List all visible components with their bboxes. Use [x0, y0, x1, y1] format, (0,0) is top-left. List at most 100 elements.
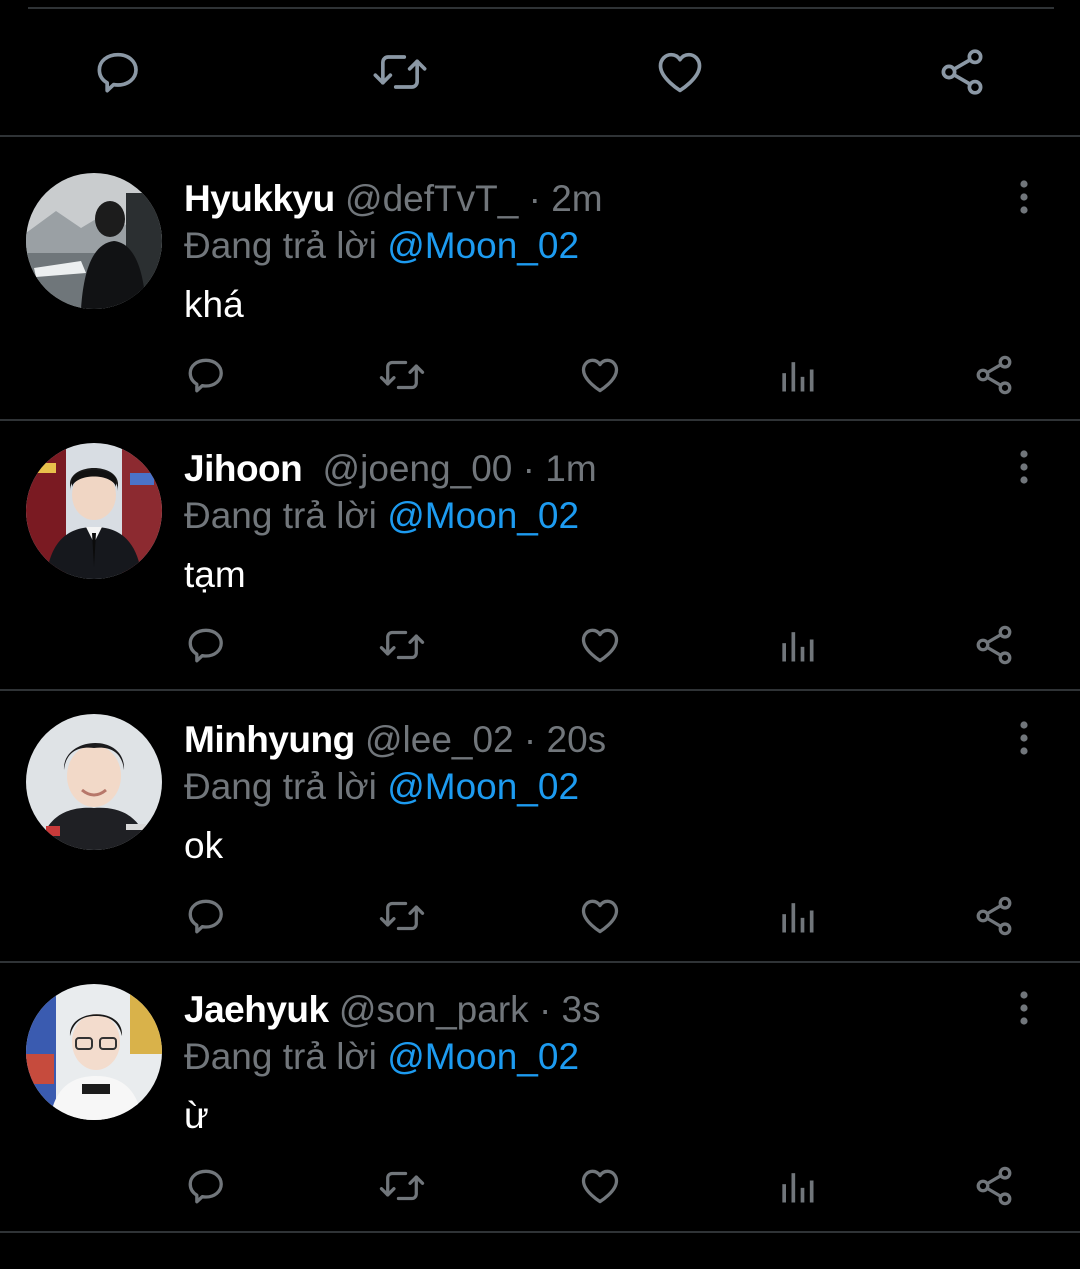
more-options-button[interactable]: [1004, 984, 1044, 1032]
share-icon: [976, 625, 1012, 665]
views-button[interactable]: [771, 349, 823, 401]
timestamp[interactable]: 1m: [545, 448, 596, 489]
like-button[interactable]: [574, 619, 626, 671]
avatar[interactable]: [26, 173, 162, 309]
reply-text: ok: [184, 825, 224, 866]
reply-icon: [188, 358, 223, 393]
top-divider: [28, 7, 1054, 9]
like-icon: [581, 628, 619, 663]
user-handle[interactable]: @lee_02: [365, 719, 514, 760]
analytics-icon: [782, 1173, 814, 1203]
views-button[interactable]: [771, 1160, 823, 1212]
timestamp[interactable]: 20s: [547, 719, 607, 760]
share-icon: [976, 896, 1012, 936]
replying-to-label: Đang trả lời: [184, 495, 377, 536]
like-button[interactable]: [574, 890, 626, 942]
separator-dot: ·: [522, 448, 535, 489]
more-vertical-icon: [1020, 180, 1028, 214]
separator-dot: ·: [538, 989, 552, 1030]
reply-header: Jaehyuk @son_park · 3s: [184, 988, 601, 1032]
replying-to-mention[interactable]: @Moon_02: [387, 766, 579, 807]
share-icon: [976, 1166, 1012, 1206]
reply-header: Jihoon @joeng_00 · 1m: [184, 447, 597, 491]
reply-item[interactable]: Minhyung @lee_02 · 20s Đang trả lời @Moo…: [0, 678, 1080, 946]
avatar[interactable]: [26, 714, 162, 850]
reply-button[interactable]: [180, 619, 232, 671]
timestamp[interactable]: 2m: [551, 178, 602, 219]
analytics-icon: [782, 632, 814, 662]
main-tweet-action-bar: [0, 40, 1080, 106]
replying-to-label: Đang trả lời: [184, 225, 377, 266]
user-handle[interactable]: @joeng_00: [323, 448, 513, 489]
retweet-icon: [379, 630, 425, 660]
main-retweet-button[interactable]: [368, 40, 432, 104]
reply-header: Hyukkyu @defTvT_ · 2m: [184, 177, 603, 221]
reply-button[interactable]: [180, 890, 232, 942]
share-icon: [976, 355, 1012, 395]
timestamp[interactable]: 3s: [562, 989, 601, 1030]
reply-icon: [97, 52, 138, 93]
reply-icon: [188, 628, 223, 663]
reply-button[interactable]: [180, 1160, 232, 1212]
user-handle[interactable]: @son_park: [339, 989, 529, 1030]
like-icon: [581, 899, 619, 934]
replying-to-mention[interactable]: @Moon_02: [387, 1036, 579, 1077]
reply-item[interactable]: Jaehyuk @son_park · 3s Đang trả lời @Moo…: [0, 948, 1080, 1216]
retweet-icon: [379, 1171, 425, 1201]
retweet-button[interactable]: [376, 619, 428, 671]
retweet-button[interactable]: [376, 1160, 428, 1212]
separator-dot: ·: [528, 178, 541, 219]
more-vertical-icon: [1020, 721, 1028, 755]
share-button[interactable]: [968, 619, 1020, 671]
replying-to-line: Đang trả lời @Moon_02: [184, 1035, 579, 1079]
reply-text: khá: [184, 284, 244, 325]
replying-to-line: Đang trả lời @Moon_02: [184, 494, 579, 538]
user-handle[interactable]: @defTvT_: [345, 178, 518, 219]
divider: [0, 1231, 1080, 1233]
retweet-button[interactable]: [376, 349, 428, 401]
more-options-button[interactable]: [1004, 443, 1044, 491]
like-button[interactable]: [574, 349, 626, 401]
reply-text: tạm: [184, 554, 246, 595]
more-options-button[interactable]: [1004, 173, 1044, 221]
like-icon: [658, 52, 702, 93]
separator-dot: ·: [523, 719, 537, 760]
replying-to-mention[interactable]: @Moon_02: [387, 495, 579, 536]
reply-item[interactable]: Hyukkyu @defTvT_ · 2m Đang trả lời @Moon…: [0, 137, 1080, 405]
like-button[interactable]: [574, 1160, 626, 1212]
reply-button[interactable]: [180, 349, 232, 401]
retweet-icon: [379, 901, 425, 931]
retweet-button[interactable]: [376, 890, 428, 942]
reply-header: Minhyung @lee_02 · 20s: [184, 718, 606, 762]
reply-icon: [188, 899, 223, 934]
retweet-icon: [379, 360, 425, 390]
analytics-icon: [782, 903, 814, 933]
views-button[interactable]: [771, 619, 823, 671]
replying-to-label: Đang trả lời: [184, 766, 377, 807]
avatar[interactable]: [26, 443, 162, 579]
reply-item[interactable]: Jihoon @joeng_00 · 1m Đang trả lời @Moon…: [0, 407, 1080, 675]
reply-text: ừ: [184, 1095, 209, 1136]
main-reply-button[interactable]: [86, 40, 150, 104]
display-name[interactable]: Jihoon: [184, 448, 303, 489]
share-button[interactable]: [968, 349, 1020, 401]
retweet-icon: [373, 55, 427, 89]
more-options-button[interactable]: [1004, 714, 1044, 762]
main-share-button[interactable]: [930, 40, 994, 104]
like-icon: [581, 1169, 619, 1204]
replying-to-mention[interactable]: @Moon_02: [387, 225, 579, 266]
display-name[interactable]: Hyukkyu: [184, 178, 335, 219]
views-button[interactable]: [771, 890, 823, 942]
share-button[interactable]: [968, 1160, 1020, 1212]
display-name[interactable]: Minhyung: [184, 719, 355, 760]
share-button[interactable]: [968, 890, 1020, 942]
display-name[interactable]: Jaehyuk: [184, 989, 329, 1030]
main-like-button[interactable]: [648, 40, 712, 104]
replying-to-line: Đang trả lời @Moon_02: [184, 765, 579, 809]
replying-to-line: Đang trả lời @Moon_02: [184, 224, 579, 268]
reply-icon: [188, 1169, 223, 1204]
avatar[interactable]: [26, 984, 162, 1120]
more-vertical-icon: [1020, 991, 1028, 1025]
replying-to-label: Đang trả lời: [184, 1036, 377, 1077]
analytics-icon: [782, 362, 814, 392]
